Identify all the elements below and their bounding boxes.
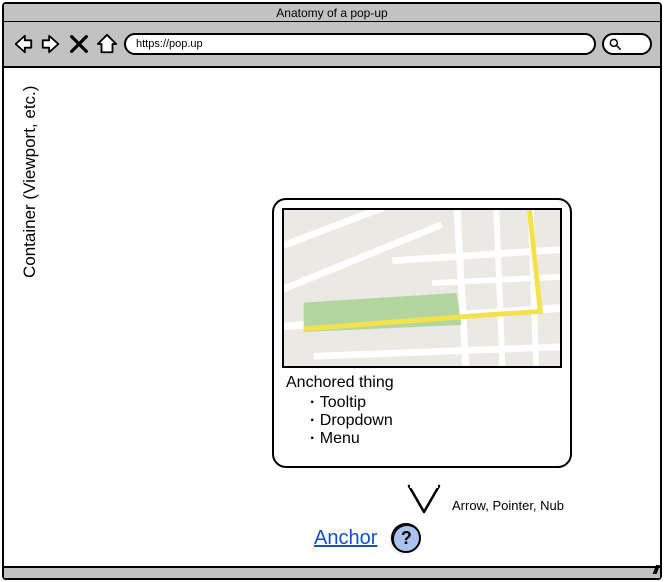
anchor-row: Anchor ?	[314, 523, 421, 553]
anchor-link[interactable]: Anchor	[314, 527, 377, 550]
browser-toolbar: https://pop.up	[4, 22, 660, 68]
container-label: Container (Viewport, etc.)	[20, 86, 40, 278]
viewport: Container (Viewport, etc.)	[4, 68, 660, 566]
popup-panel: Anchored thing Tooltip Dropdown Menu	[272, 198, 572, 468]
popup-arrow-icon	[409, 486, 439, 516]
resize-grip-icon[interactable]: ///	[653, 563, 657, 577]
help-icon[interactable]: ?	[391, 523, 421, 553]
back-icon[interactable]	[12, 33, 34, 55]
status-bar: ///	[4, 566, 660, 578]
search-button[interactable]	[602, 33, 652, 55]
popup-list: Tooltip Dropdown Menu	[286, 394, 558, 448]
map-illustration	[282, 208, 562, 368]
list-item: Tooltip	[310, 394, 558, 412]
url-input[interactable]: https://pop.up	[124, 33, 596, 55]
list-item: Dropdown	[310, 412, 558, 430]
stop-icon[interactable]	[68, 33, 90, 55]
arrow-label: Arrow, Pointer, Nub	[452, 498, 564, 513]
popup-heading: Anchored thing	[286, 374, 558, 392]
browser-window: Anatomy of a pop-up https://pop.up Conta…	[2, 2, 662, 580]
forward-icon[interactable]	[40, 33, 62, 55]
list-item: Menu	[310, 430, 558, 448]
window-title: Anatomy of a pop-up	[4, 4, 660, 22]
home-icon[interactable]	[96, 33, 118, 55]
